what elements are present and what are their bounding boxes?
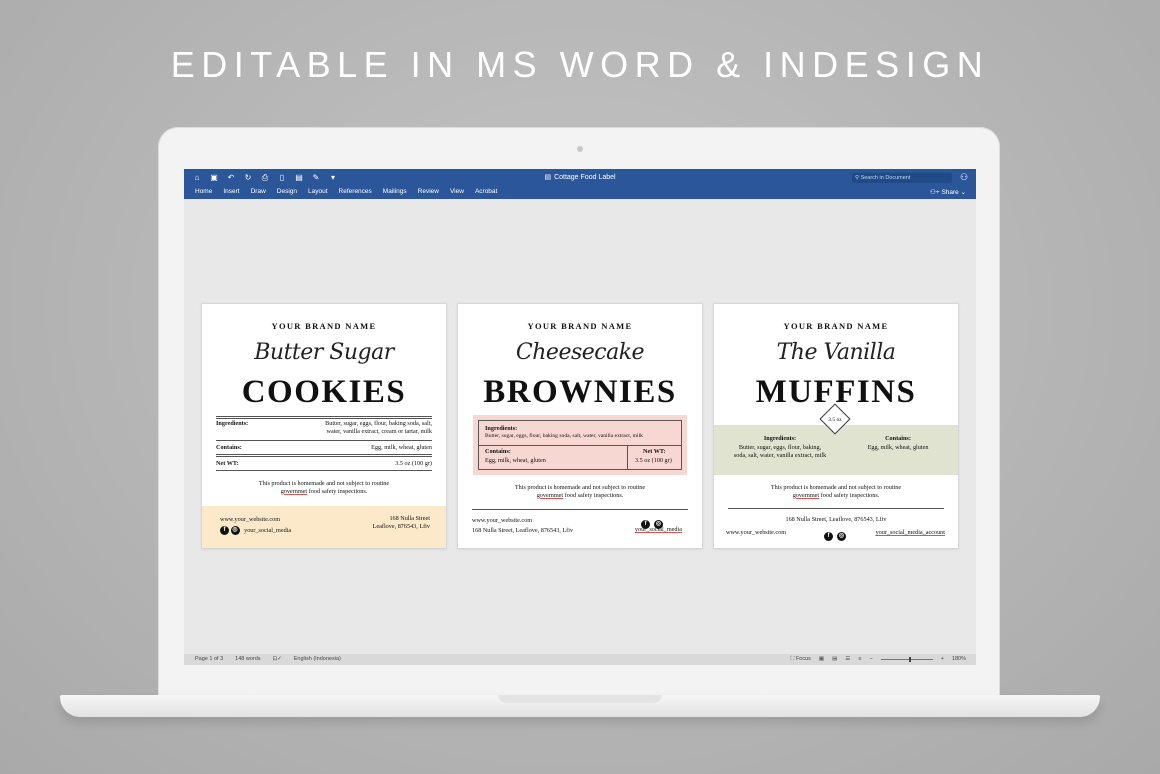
- social-handle: your_social_media: [634, 526, 682, 533]
- divider: [216, 416, 432, 417]
- notice-text: This product is homemade and not subject…: [770, 484, 902, 499]
- facebook-icon: f: [824, 531, 833, 541]
- word-count[interactable]: 148 words: [235, 654, 260, 665]
- product-name: BROWNIES: [483, 374, 677, 410]
- zoom-slider[interactable]: [880, 657, 933, 662]
- headline: EDITABLE IN MS WORD & INDESIGN: [170, 44, 990, 85]
- contains-text: Egg, milk, wheat, gluten: [371, 444, 432, 451]
- proofing-icon[interactable]: ⊡✓: [273, 654, 282, 665]
- camera-dot: [577, 146, 583, 152]
- weight-badge-text: 3.5 oz: [828, 417, 842, 423]
- contains-text: Egg, milk, wheat, gluten: [867, 444, 929, 451]
- notice-text: This product is homemade and not subject…: [514, 484, 646, 499]
- divider: [216, 418, 432, 419]
- tab-mailings[interactable]: Mailings: [383, 188, 407, 195]
- netwt-label: Net WT:: [643, 448, 666, 455]
- web-layout-icon[interactable]: ▤: [832, 654, 837, 665]
- word-titlebar: ⌂ ▣ ↶ ↻ ⎙ ▯ ▤ ✎ ▾ ▤ Cottage Food Label ⚲ …: [184, 169, 976, 199]
- notice-text: This product is homemade and not subject…: [258, 480, 390, 495]
- tab-insert[interactable]: Insert: [223, 188, 239, 195]
- ingredients-text: Butter, sugar, eggs, flour, baking soda,…: [485, 433, 643, 439]
- netwt-label: Net WT:: [216, 460, 239, 467]
- focus-button[interactable]: ⛶ Focus: [791, 654, 811, 665]
- divider-vertical: [627, 445, 628, 469]
- contains-label: Contains:: [885, 435, 911, 442]
- website-text: www.your_website.com: [726, 529, 787, 536]
- website-text: www.your_website.com: [220, 516, 281, 523]
- ingredients-label: Ingredients:: [485, 425, 518, 432]
- divider: [479, 445, 681, 446]
- ingredients-label: Ingredients:: [216, 420, 249, 427]
- page-count[interactable]: Page 1 of 3: [195, 654, 223, 665]
- divider: [216, 440, 432, 441]
- search-input[interactable]: ⚲ Search in Document: [852, 173, 952, 183]
- ingredients-text: Butter, sugar, eggs, flour, baking soda,…: [325, 420, 432, 435]
- divider: [216, 470, 432, 471]
- divider: [216, 456, 432, 457]
- social-handle: your_social_media_account: [875, 529, 945, 536]
- brand-name: YOUR BRAND NAME: [527, 321, 633, 331]
- netwt-value: 3.5 oz (100 gr): [635, 457, 672, 464]
- product-subtitle: Cheesecake: [515, 340, 645, 365]
- contains-label: Contains:: [216, 444, 242, 451]
- product-subtitle: The Vanilla: [776, 340, 896, 365]
- share-icon: ⚇+: [930, 189, 942, 196]
- ingredients-text: Butter, sugar, eggs, flour, baking, soda…: [733, 444, 827, 459]
- divider: [216, 454, 432, 455]
- tab-review[interactable]: Review: [418, 188, 439, 195]
- tab-view[interactable]: View: [450, 188, 464, 195]
- label-brownies[interactable]: YOUR BRAND NAME Cheesecake BROWNIES Ingr…: [458, 304, 702, 548]
- language-indicator[interactable]: English (Indonesia): [294, 654, 341, 665]
- print-layout-icon[interactable]: ▦: [819, 654, 824, 665]
- ingredients-box: Ingredients: Butter, sugar, eggs, flour,…: [473, 415, 687, 475]
- tab-draw[interactable]: Draw: [251, 188, 266, 195]
- word-doc-icon: ▤: [544, 174, 552, 181]
- account-icon[interactable]: ⚇: [960, 172, 968, 183]
- netwt-value: 3.5 oz (100 gr): [395, 460, 432, 467]
- product-subtitle: Butter Sugar: [254, 340, 394, 365]
- tab-home[interactable]: Home: [195, 188, 212, 195]
- label-muffins[interactable]: YOUR BRAND NAME The Vanilla MUFFINS 3.5 …: [714, 304, 958, 548]
- outline-icon[interactable]: ☰: [845, 654, 850, 665]
- website-text: www.your_website.com: [472, 517, 533, 524]
- divider: [728, 508, 944, 509]
- brand-name: YOUR BRAND NAME: [783, 321, 889, 331]
- tab-layout[interactable]: Layout: [308, 188, 328, 195]
- address-text: 168 Nulla Street Leaflove, 876543, Lfiv: [372, 515, 430, 530]
- ribbon-tabs: Home Insert Draw Design Layout Reference…: [195, 188, 497, 195]
- laptop-notch: [498, 695, 662, 703]
- word-window: ⌂ ▣ ↶ ↻ ⎙ ▯ ▤ ✎ ▾ ▤ Cottage Food Label ⚲ …: [184, 169, 976, 665]
- contains-text: Egg, milk, wheat, gluten: [485, 457, 546, 464]
- ingredients-label: Ingredients:: [763, 435, 797, 442]
- zoom-level[interactable]: 180%: [952, 654, 966, 665]
- divider: [472, 509, 688, 510]
- tab-design[interactable]: Design: [277, 188, 297, 195]
- brand-name: YOUR BRAND NAME: [271, 321, 377, 331]
- zoom-out-icon[interactable]: −: [869, 654, 872, 665]
- address-text: 168 Nulla Street, Leaflove, 876543, Lfiv: [785, 516, 887, 523]
- zoom-in-icon[interactable]: +: [941, 654, 944, 665]
- chevron-down-icon: ⌄: [958, 189, 967, 196]
- address-text: 168 Nulla Street, Leaflove, 876543, Lfiv: [472, 527, 574, 534]
- tab-references[interactable]: References: [339, 188, 372, 195]
- product-name: COOKIES: [241, 374, 407, 410]
- instagram-icon: ◎: [837, 531, 846, 541]
- instagram-icon: ◎: [230, 526, 240, 535]
- label-cookies[interactable]: YOUR BRAND NAME Butter Sugar COOKIES Ing…: [202, 304, 446, 548]
- contains-label: Contains:: [485, 448, 511, 455]
- share-button[interactable]: ⚇+ Share ⌄: [930, 188, 966, 196]
- tab-acrobat[interactable]: Acrobat: [475, 188, 497, 195]
- facebook-icon: f: [220, 526, 229, 535]
- social-icons: f ◎: [824, 527, 846, 545]
- social-row: f ◎ your_social_media: [220, 526, 291, 535]
- status-bar: Page 1 of 3 148 words ⊡✓ English (Indone…: [184, 654, 976, 665]
- draft-icon[interactable]: ≡: [858, 654, 861, 665]
